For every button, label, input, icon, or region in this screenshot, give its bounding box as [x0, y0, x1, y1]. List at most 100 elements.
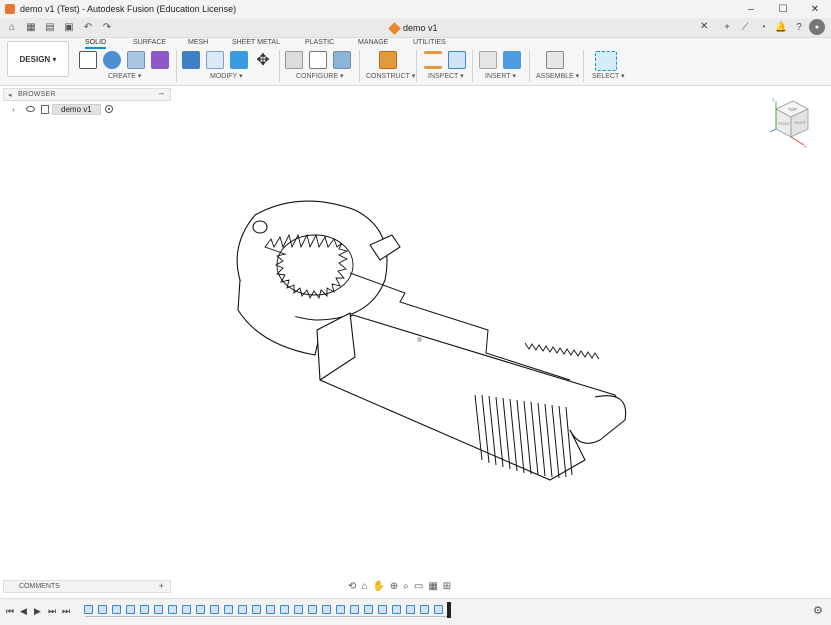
- add-comment-icon[interactable]: +: [159, 581, 164, 591]
- assemble-menu[interactable]: ASSEMBLE ▾: [536, 72, 579, 80]
- timeline-settings-gear-icon[interactable]: ⚙: [813, 604, 823, 617]
- comments-panel-header[interactable]: COMMENTS +: [3, 580, 171, 593]
- viewports-icon[interactable]: ⊞: [443, 581, 451, 592]
- timeline-feature[interactable]: [294, 605, 303, 614]
- timeline-feature[interactable]: [238, 605, 247, 614]
- tab-plastic[interactable]: PLASTIC: [305, 39, 334, 46]
- create-form-icon[interactable]: [151, 51, 169, 69]
- inspect-menu[interactable]: INSPECT ▾: [428, 72, 464, 80]
- move-icon[interactable]: ✥: [254, 51, 272, 69]
- timeline-feature[interactable]: [266, 605, 275, 614]
- browser-root-label[interactable]: demo v1: [52, 103, 101, 115]
- joint-icon[interactable]: [546, 51, 564, 69]
- insert-menu[interactable]: INSERT ▾: [485, 72, 516, 80]
- file-menu-icon[interactable]: ▤: [43, 21, 57, 35]
- timeline-feature[interactable]: [84, 605, 93, 614]
- zoom-window-icon[interactable]: ⌕: [403, 581, 409, 592]
- construct-menu[interactable]: CONSTRUCT ▾: [366, 72, 415, 80]
- minimize-button[interactable]: –: [735, 0, 767, 18]
- create-menu[interactable]: CREATE ▾: [108, 72, 141, 80]
- timeline-feature[interactable]: [112, 605, 121, 614]
- timeline-feature[interactable]: [98, 605, 107, 614]
- save-icon[interactable]: ▣: [62, 21, 76, 35]
- workspace-switcher-button[interactable]: DESIGN ▾: [7, 41, 69, 77]
- timeline-feature[interactable]: [182, 605, 191, 614]
- activate-component-icon[interactable]: [104, 105, 113, 113]
- select-icon[interactable]: [595, 51, 617, 71]
- timeline-feature[interactable]: [364, 605, 373, 614]
- timeline-play-icon[interactable]: ▶: [34, 606, 41, 617]
- pan-icon[interactable]: ✋: [372, 581, 384, 592]
- extensions-icon[interactable]: ⟋: [737, 19, 753, 35]
- document-tab[interactable]: demo v1: [388, 20, 438, 36]
- offset-plane-icon[interactable]: [379, 51, 397, 69]
- timeline-feature[interactable]: [322, 605, 331, 614]
- browser-panel-header[interactable]: ◂ BROWSER –: [3, 88, 171, 101]
- timeline-first-icon[interactable]: ⏮: [6, 606, 14, 617]
- timeline-feature[interactable]: [378, 605, 387, 614]
- tab-manage[interactable]: MANAGE: [358, 39, 388, 46]
- timeline-prev-icon[interactable]: ◀: [20, 606, 27, 617]
- timeline-marker[interactable]: [447, 602, 451, 618]
- timeline-feature[interactable]: [420, 605, 429, 614]
- section-analysis-icon[interactable]: [448, 51, 466, 69]
- extrude-icon[interactable]: [103, 51, 121, 69]
- timeline-feature[interactable]: [224, 605, 233, 614]
- tab-sheet-metal[interactable]: SHEET METAL: [232, 39, 280, 46]
- home-icon[interactable]: ⌂: [5, 21, 19, 35]
- document-tab-close-icon[interactable]: ✕: [700, 21, 708, 32]
- configure-icon[interactable]: [285, 51, 303, 69]
- visibility-eye-icon[interactable]: [26, 106, 35, 112]
- minimize-panel-icon[interactable]: –: [159, 88, 164, 98]
- tab-mesh[interactable]: MESH: [188, 39, 208, 46]
- create-sketch-icon[interactable]: [79, 51, 97, 69]
- tab-solid[interactable]: SOLID: [85, 39, 107, 49]
- configure-menu[interactable]: CONFIGURE ▾: [296, 72, 343, 80]
- timeline-feature[interactable]: [406, 605, 415, 614]
- collapse-icon[interactable]: ◂: [8, 91, 12, 99]
- timeline-last-icon[interactable]: ⏭: [62, 606, 70, 617]
- maximize-button[interactable]: ☐: [767, 0, 799, 18]
- undo-icon[interactable]: ↶: [81, 21, 95, 35]
- avatar[interactable]: ●: [809, 19, 825, 35]
- timeline-feature[interactable]: [308, 605, 317, 614]
- timeline-feature[interactable]: [140, 605, 149, 614]
- browser-root-item[interactable]: › demo v1: [12, 103, 113, 115]
- combine-icon[interactable]: [230, 51, 248, 69]
- insert-canvas-icon[interactable]: [503, 51, 521, 69]
- timeline-feature[interactable]: [280, 605, 289, 614]
- timeline-feature[interactable]: [168, 605, 177, 614]
- grid-settings-icon[interactable]: ▦: [428, 581, 437, 592]
- chevron-right-icon[interactable]: ›: [12, 105, 22, 114]
- grid-menu-icon[interactable]: ▦: [24, 21, 38, 35]
- insert-derive-icon[interactable]: [479, 51, 497, 69]
- close-button[interactable]: ✕: [799, 0, 831, 18]
- timeline-feature[interactable]: [252, 605, 261, 614]
- timeline-next-icon[interactable]: ⏭: [48, 606, 56, 617]
- press-pull-icon[interactable]: [182, 51, 200, 69]
- zoom-icon[interactable]: ⊕: [390, 581, 398, 592]
- help-icon[interactable]: ?: [791, 19, 807, 35]
- new-tab-icon[interactable]: +: [719, 19, 735, 35]
- table-icon[interactable]: [309, 51, 327, 69]
- configure-rule-icon[interactable]: [333, 51, 351, 69]
- revolve-icon[interactable]: [127, 51, 145, 69]
- job-status-icon[interactable]: ◔: [755, 19, 771, 35]
- viewcube[interactable]: TOP FRONT RIGHT Z X: [766, 97, 814, 149]
- look-at-icon[interactable]: ⌂: [361, 581, 367, 592]
- redo-icon[interactable]: ↷: [100, 21, 114, 35]
- timeline-feature[interactable]: [350, 605, 359, 614]
- tab-utilities[interactable]: UTILITIES: [413, 39, 446, 46]
- select-menu[interactable]: SELECT ▾: [592, 72, 625, 80]
- timeline-feature[interactable]: [210, 605, 219, 614]
- display-settings-icon[interactable]: ▭: [414, 581, 423, 592]
- fillet-icon[interactable]: [206, 51, 224, 69]
- orbit-icon[interactable]: ⟲: [348, 581, 356, 592]
- timeline-feature[interactable]: [196, 605, 205, 614]
- modify-menu[interactable]: MODIFY ▾: [210, 72, 243, 80]
- measure-icon[interactable]: [424, 51, 442, 69]
- timeline-feature[interactable]: [434, 605, 443, 614]
- model-wrench[interactable]: [220, 185, 640, 490]
- tab-surface[interactable]: SURFACE: [133, 39, 166, 46]
- notifications-icon[interactable]: 🔔: [773, 19, 789, 35]
